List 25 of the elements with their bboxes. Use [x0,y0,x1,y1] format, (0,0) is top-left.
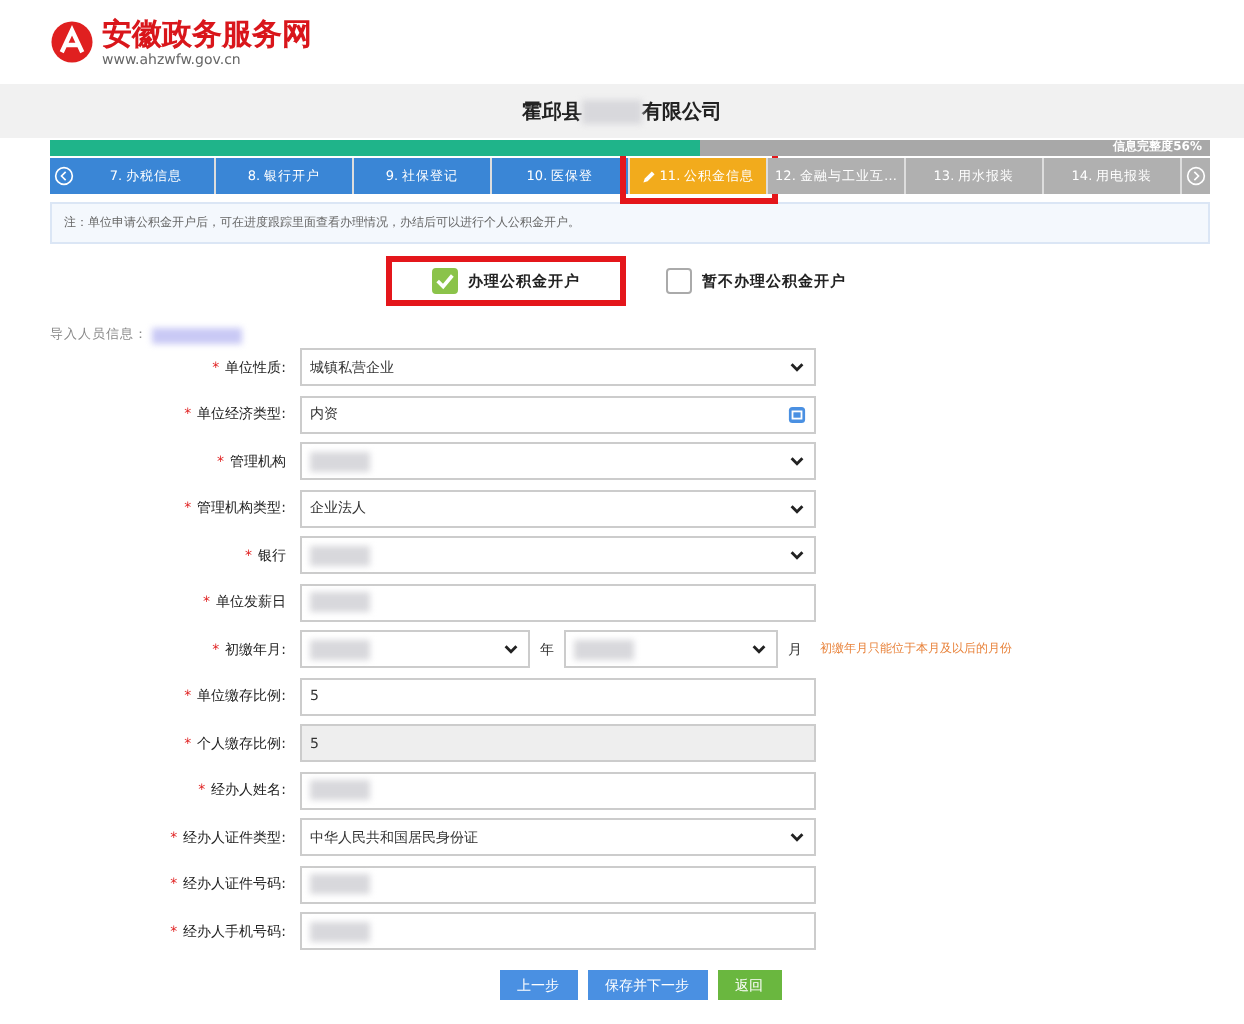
checkbox[interactable] [666,268,692,294]
company-name: 霍邱县 [522,99,582,125]
select-field[interactable] [300,442,816,480]
chevron-down-icon [788,546,806,564]
picker-icon [788,405,806,423]
checkbox[interactable] [432,268,458,294]
company-name: 有限公司 [642,99,722,125]
input-field[interactable] [300,912,816,950]
previous-icon [50,158,78,194]
chevron-down-icon [788,828,806,846]
chevron-down-icon [750,640,768,658]
chevron-down-icon [788,499,806,517]
input-field[interactable] [300,583,816,621]
chevron-down-icon [502,640,520,658]
pencil-icon [641,169,656,183]
chevron-down-icon [788,452,806,470]
next-icon [1182,166,1210,186]
input-field[interactable] [300,865,816,903]
logo-icon [50,20,94,64]
select-field[interactable] [300,630,530,668]
input-field[interactable] [300,771,816,809]
select-field[interactable] [300,536,816,574]
site-name: 安徽政务服务网 [102,17,312,51]
select-field[interactable] [564,630,778,668]
chevron-down-icon [788,358,806,376]
